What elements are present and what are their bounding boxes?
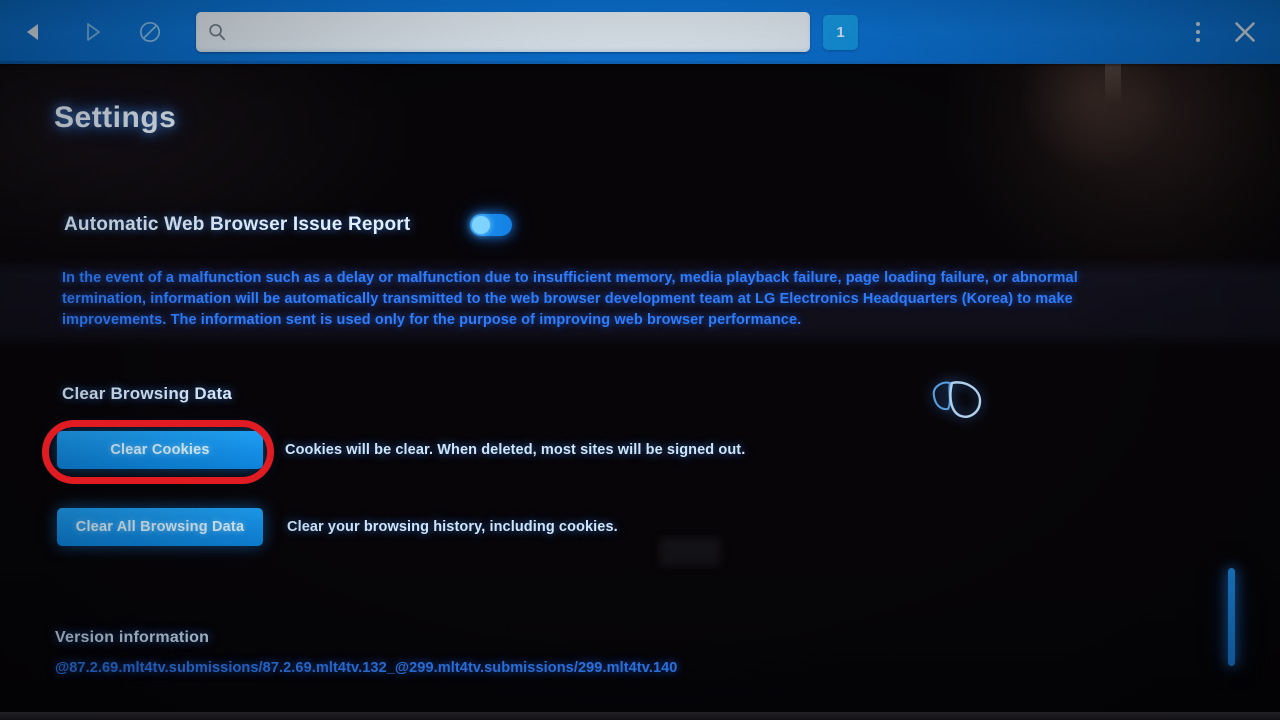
settings-page: Settings Automatic Web Browser Issue Rep… xyxy=(0,64,1280,720)
info-paragraph: In the event of a malfunction such as a … xyxy=(62,270,1078,328)
version-information-value: @87.2.69.mlt4tv.submissions/87.2.69.mlt4… xyxy=(55,660,678,676)
clear-all-browsing-data-description: Clear your browsing history, including c… xyxy=(287,519,618,535)
leaf-logo-icon xyxy=(928,376,990,426)
clear-all-browsing-data-button[interactable]: Clear All Browsing Data xyxy=(57,508,263,546)
stop-block-icon[interactable] xyxy=(126,10,174,54)
setting-label: Automatic Web Browser Issue Report xyxy=(64,214,411,235)
kebab-menu-icon[interactable] xyxy=(1178,10,1218,54)
tab-count-badge[interactable]: 1 xyxy=(823,14,858,50)
action-row-clear-all-browsing-data: Clear All Browsing Data Clear your brows… xyxy=(57,508,618,546)
issue-report-toggle[interactable] xyxy=(470,214,513,236)
version-information-heading: Version information xyxy=(55,629,210,646)
close-icon[interactable] xyxy=(1218,8,1272,56)
section-heading-clear-browsing-data: Clear Browsing Data xyxy=(62,384,233,403)
browser-toolbar: 1 xyxy=(0,0,1280,64)
tv-browser-screen: 1 Settings Automatic Web Browser Issue R… xyxy=(0,0,1280,720)
kebab-dot xyxy=(1196,22,1200,26)
toggle-knob xyxy=(472,216,491,234)
forward-arrow-icon[interactable] xyxy=(68,10,116,54)
search-icon xyxy=(196,12,238,52)
kebab-dot xyxy=(1196,38,1200,42)
kebab-dot xyxy=(1196,30,1200,34)
setting-row-issue-report: Automatic Web Browser Issue Report xyxy=(64,214,513,236)
clear-cookies-button[interactable]: Clear Cookies xyxy=(57,431,263,469)
search-bar[interactable] xyxy=(196,12,810,52)
clear-cookies-description: Cookies will be clear. When deleted, mos… xyxy=(285,442,746,458)
page-title: Settings xyxy=(54,101,177,134)
back-arrow-icon[interactable] xyxy=(10,10,58,54)
vertical-scroll-indicator[interactable] xyxy=(1228,568,1235,666)
action-row-clear-cookies: Clear Cookies Cookies will be clear. Whe… xyxy=(57,431,745,469)
